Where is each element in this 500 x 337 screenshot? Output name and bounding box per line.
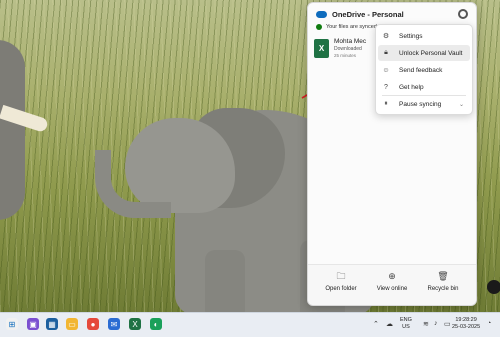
elephant-leg bbox=[205, 250, 245, 312]
desktop-side-button[interactable] bbox=[487, 280, 500, 294]
recycle-bin-button[interactable]: 🗑︎ Recycle bin bbox=[418, 271, 468, 293]
onedrive-tray-icon[interactable]: ☁ bbox=[386, 320, 393, 328]
speaker-icon[interactable]: ♪ bbox=[434, 320, 438, 327]
folder-icon: 🗀 bbox=[336, 271, 346, 281]
clock[interactable]: 19:28:29 25-03-2025 bbox=[452, 317, 480, 331]
taskbar: ⊞ ▣ ▦ ▭ ● ✉ X ◐ ⌃ ☁ ENG US ≋ ♪ ▭ 19:28:2… bbox=[0, 312, 500, 337]
open-folder-label: Open folder bbox=[325, 286, 357, 292]
region-label: US bbox=[402, 324, 410, 330]
menu-item-label: Send feedback bbox=[399, 66, 443, 74]
flyout-footer: 🗀 Open folder ⊕ View online 🗑︎ Recycle b… bbox=[308, 264, 476, 305]
help-icon: ? bbox=[384, 83, 388, 91]
notification-icon[interactable]: ◔ bbox=[487, 320, 491, 327]
view-online-label: View online bbox=[376, 286, 408, 292]
flyout-header: OneDrive - Personal bbox=[316, 10, 404, 19]
browser-icon[interactable]: ● bbox=[87, 318, 99, 330]
menu-item-get-help[interactable]: ? Get help bbox=[378, 79, 470, 95]
lock-icon: 🔒︎ bbox=[384, 49, 388, 56]
image-app-icon[interactable]: ▣ bbox=[27, 318, 39, 330]
edge-icon[interactable]: ◐ bbox=[150, 318, 162, 330]
outlook-icon[interactable]: ✉ bbox=[108, 318, 120, 330]
onedrive-flyout: OneDrive - Personal Your files are synce… bbox=[307, 2, 477, 306]
language-label: ENG bbox=[400, 317, 412, 323]
clock-date: 25-03-2025 bbox=[452, 324, 481, 330]
pause-icon: ⏸ bbox=[384, 100, 388, 107]
menu-item-unlock-personal-vault[interactable]: 🔒︎ Unlock Personal Vault bbox=[378, 45, 470, 61]
wifi-icon[interactable]: ≋ bbox=[423, 320, 429, 328]
excel-icon[interactable]: X bbox=[129, 318, 141, 330]
gear-icon[interactable] bbox=[458, 9, 468, 19]
chevron-down-icon: ⌄ bbox=[458, 101, 464, 108]
excel-file-icon: X bbox=[314, 39, 329, 58]
menu-item-label: Settings bbox=[399, 32, 423, 40]
settings-menu: ⚙ Settings 🔒︎ Unlock Personal Vault ☺ Se… bbox=[375, 24, 473, 115]
language-indicator[interactable]: ENG US bbox=[400, 317, 412, 331]
start-icon[interactable]: ⊞ bbox=[6, 318, 18, 330]
feedback-icon: ☺ bbox=[382, 66, 390, 74]
recent-file-item[interactable]: X Mohta Mec Downloaded 25 minutes bbox=[314, 35, 382, 71]
globe-icon: ⊕ bbox=[388, 271, 396, 281]
trash-icon: 🗑︎ bbox=[437, 271, 449, 281]
adult-elephant-leg bbox=[0, 40, 25, 220]
menu-item-send-feedback[interactable]: ☺ Send feedback bbox=[378, 62, 470, 78]
view-online-button[interactable]: ⊕ View online bbox=[367, 271, 417, 293]
recycle-bin-label: Recycle bin bbox=[427, 286, 459, 292]
menu-item-pause-syncing[interactable]: ⏸ Pause syncing ⌄ bbox=[378, 96, 470, 112]
flyout-title: OneDrive - Personal bbox=[332, 10, 404, 19]
clock-time: 19:28:29 bbox=[455, 317, 477, 323]
gear-icon: ⚙ bbox=[382, 33, 390, 40]
open-folder-button[interactable]: 🗀 Open folder bbox=[316, 271, 366, 293]
battery-icon[interactable]: ▭ bbox=[444, 320, 451, 328]
menu-item-settings[interactable]: ⚙ Settings bbox=[378, 28, 470, 44]
menu-item-label: Pause syncing bbox=[399, 100, 442, 108]
sync-status: Your files are synced bbox=[316, 24, 377, 30]
synced-check-icon bbox=[316, 24, 322, 30]
file-explorer-icon[interactable]: ▭ bbox=[66, 318, 78, 330]
menu-item-label: Get help bbox=[399, 83, 424, 91]
menu-item-label: Unlock Personal Vault bbox=[399, 49, 463, 57]
task-view-icon[interactable]: ▦ bbox=[46, 318, 58, 330]
onedrive-cloud-icon bbox=[316, 11, 327, 18]
chevron-up-icon[interactable]: ⌃ bbox=[373, 320, 379, 328]
sync-status-text: Your files are synced bbox=[326, 24, 377, 30]
